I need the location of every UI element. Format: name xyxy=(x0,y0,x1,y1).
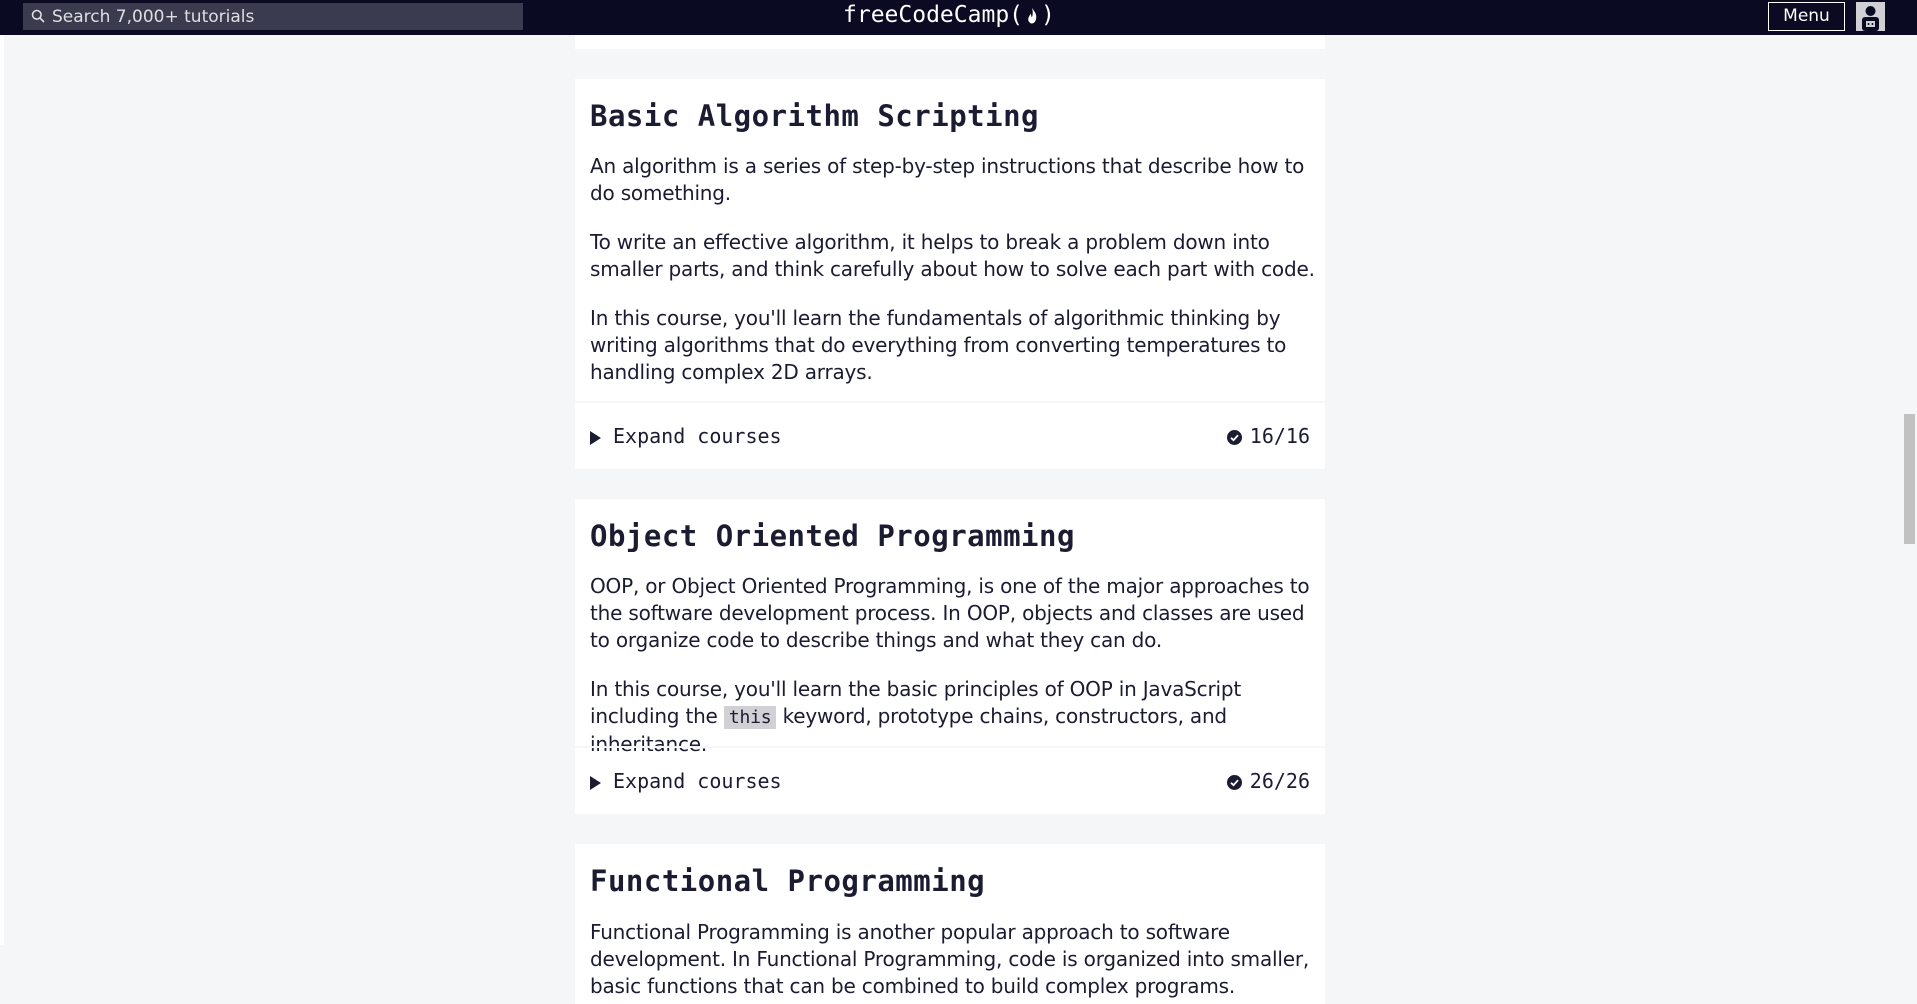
expand-courses-button[interactable]: Expand courses xyxy=(590,766,782,796)
search-bar[interactable] xyxy=(23,3,523,30)
progress-text: 16/16 xyxy=(1249,424,1310,448)
avatar[interactable] xyxy=(1856,2,1885,31)
expand-label: Expand courses xyxy=(613,769,782,793)
card-title: Basic Algorithm Scripting xyxy=(590,99,1039,133)
divider xyxy=(575,401,1325,403)
card-description: An algorithm is a series of step-by-step… xyxy=(590,154,1305,205)
card-title: Functional Programming xyxy=(590,864,986,898)
course-card: Basic Algorithm Scripting An algorithm i… xyxy=(575,79,1325,469)
progress-text: 26/26 xyxy=(1249,769,1310,793)
expand-label: Expand courses xyxy=(613,424,782,448)
course-card: Functional Programming Functional Progra… xyxy=(575,844,1325,1004)
check-circle-icon xyxy=(1226,430,1242,445)
card-description: OOP, or Object Oriented Programming, is … xyxy=(590,574,1310,652)
caret-right-icon xyxy=(590,431,601,445)
top-navbar: freeCodeCamp( ) Menu xyxy=(0,0,1917,35)
card-title: Object Oriented Programming xyxy=(590,519,1075,553)
previous-card-tail xyxy=(575,35,1325,49)
progress-count: 26/26 xyxy=(1226,766,1310,796)
scrollbar-thumb[interactable] xyxy=(1904,414,1915,544)
divider xyxy=(575,746,1325,748)
logo-paren-close: ) xyxy=(1041,2,1055,28)
card-description: To write an effective algorithm, it help… xyxy=(590,230,1315,281)
progress-count: 16/16 xyxy=(1226,421,1310,451)
flame-icon xyxy=(1028,7,1037,24)
course-card: Object Oriented Programming OOP, or Obje… xyxy=(575,499,1325,814)
logo-text: freeCodeCamp xyxy=(843,2,1010,28)
inline-code: this xyxy=(723,706,777,729)
logo-paren-open: ( xyxy=(1009,2,1024,28)
card-description: In this course, you'll learn the fundame… xyxy=(590,306,1287,384)
search-input[interactable] xyxy=(52,3,512,30)
page-edge xyxy=(0,35,4,945)
search-icon xyxy=(31,9,45,23)
site-logo[interactable]: freeCodeCamp( ) xyxy=(843,0,1055,30)
caret-right-icon xyxy=(590,776,601,790)
check-circle-icon xyxy=(1226,775,1242,790)
expand-courses-button[interactable]: Expand courses xyxy=(590,421,782,451)
menu-button[interactable]: Menu xyxy=(1768,2,1845,31)
avatar-icon xyxy=(1856,2,1885,31)
card-description: Functional Programming is another popula… xyxy=(590,920,1310,998)
